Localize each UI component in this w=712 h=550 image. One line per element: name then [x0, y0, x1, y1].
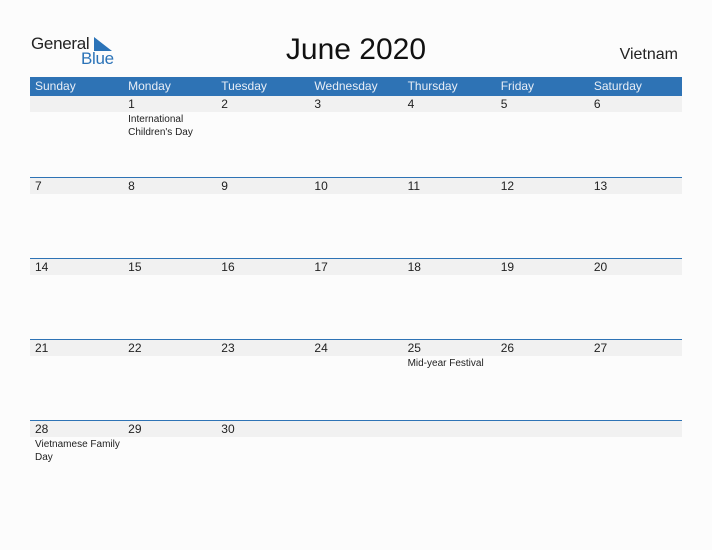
- day-number: 9: [216, 178, 310, 194]
- weekday-friday: Friday: [500, 79, 535, 93]
- day-number: 14: [30, 259, 124, 275]
- day-cell: 26: [495, 340, 589, 420]
- day-number: 5: [495, 96, 589, 112]
- day-cell: 25 Mid-year Festival: [402, 340, 496, 420]
- weekday-thursday: Thursday: [407, 79, 458, 93]
- day-number: 21: [30, 340, 124, 356]
- weekday-header: Sunday Monday Tuesday Wednesday Thursday…: [30, 77, 682, 96]
- day-cell: 4: [402, 96, 496, 177]
- day-number: 19: [495, 259, 589, 275]
- day-cell: 9: [216, 178, 310, 258]
- day-number: 11: [402, 178, 496, 194]
- week-row: 14 15 16 17 18 19 20: [30, 258, 682, 339]
- day-cell: [309, 421, 403, 501]
- day-cell: 3: [309, 96, 403, 177]
- day-number: 4: [402, 96, 496, 112]
- day-cell: 13: [588, 178, 682, 258]
- day-number: 28: [30, 421, 124, 437]
- day-number: 29: [123, 421, 217, 437]
- day-number: [309, 421, 403, 437]
- day-number: [495, 421, 589, 437]
- weekday-saturday: Saturday: [593, 79, 642, 93]
- holiday-event: Vietnamese Family Day: [35, 439, 120, 463]
- day-cell: [402, 421, 496, 501]
- day-cell: 12: [495, 178, 589, 258]
- day-cell: 27: [588, 340, 682, 420]
- day-number: 22: [123, 340, 217, 356]
- day-cell: 6: [588, 96, 682, 177]
- weekday-tuesday: Tuesday: [221, 79, 267, 93]
- week-row: 1 International Children's Day 2 3 4 5 6: [30, 96, 682, 177]
- day-number: 17: [309, 259, 403, 275]
- day-cell: 29: [123, 421, 217, 501]
- calendar-title: June 2020: [285, 33, 427, 66]
- day-number: 3: [309, 96, 403, 112]
- week-row: 28 Vietnamese Family Day 29 30: [30, 420, 682, 501]
- day-cell: 7: [30, 178, 124, 258]
- day-cell: 8: [123, 178, 217, 258]
- day-number: 25: [402, 340, 496, 356]
- day-cell: [495, 421, 589, 501]
- day-number: [30, 96, 124, 112]
- day-number: 13: [588, 178, 682, 194]
- day-number: 2: [216, 96, 310, 112]
- day-cell: 23: [216, 340, 310, 420]
- calendar-grid: Sunday Monday Tuesday Wednesday Thursday…: [30, 77, 682, 501]
- day-number: 24: [309, 340, 403, 356]
- day-number: [402, 421, 496, 437]
- day-cell: 22: [123, 340, 217, 420]
- day-number: 1: [123, 96, 217, 112]
- day-number: 8: [123, 178, 217, 194]
- day-number: 6: [588, 96, 682, 112]
- holiday-event: Mid-year Festival: [407, 358, 484, 369]
- day-number: 7: [30, 178, 124, 194]
- day-cell: 2: [216, 96, 310, 177]
- day-cell: 16: [216, 259, 310, 339]
- day-cell: 20: [588, 259, 682, 339]
- weekday-sunday: Sunday: [35, 79, 76, 93]
- day-cell: 11: [402, 178, 496, 258]
- holiday-event: International Children's Day: [128, 114, 193, 138]
- day-number: 15: [123, 259, 217, 275]
- day-number: 23: [216, 340, 310, 356]
- week-row: 21 22 23 24 25 Mid-year Festival 26 27: [30, 339, 682, 420]
- day-cell: 17: [309, 259, 403, 339]
- weekday-wednesday: Wednesday: [314, 79, 378, 93]
- week-row: 7 8 9 10 11 12 13: [30, 177, 682, 258]
- day-cell: [588, 421, 682, 501]
- day-number: 16: [216, 259, 310, 275]
- day-number: 12: [495, 178, 589, 194]
- day-cell: [30, 96, 124, 177]
- day-cell: 5: [495, 96, 589, 177]
- day-cell: 19: [495, 259, 589, 339]
- day-number: 10: [309, 178, 403, 194]
- weeks-container: 1 International Children's Day 2 3 4 5 6 7 8 9 10 1…: [30, 96, 682, 501]
- day-cell: 18: [402, 259, 496, 339]
- day-cell: 10: [309, 178, 403, 258]
- day-cell: 21: [30, 340, 124, 420]
- day-number: 26: [495, 340, 589, 356]
- day-number: 20: [588, 259, 682, 275]
- day-cell: 1 International Children's Day: [123, 96, 217, 177]
- day-number: 30: [216, 421, 310, 437]
- day-cell: 24: [309, 340, 403, 420]
- day-number: [588, 421, 682, 437]
- day-cell: 14: [30, 259, 124, 339]
- weekday-monday: Monday: [128, 79, 171, 93]
- day-cell: 28 Vietnamese Family Day: [30, 421, 124, 501]
- day-cell: 15: [123, 259, 217, 339]
- country-label: Vietnam: [619, 46, 678, 63]
- day-cell: 30: [216, 421, 310, 501]
- day-number: 27: [588, 340, 682, 356]
- day-number: 18: [402, 259, 496, 275]
